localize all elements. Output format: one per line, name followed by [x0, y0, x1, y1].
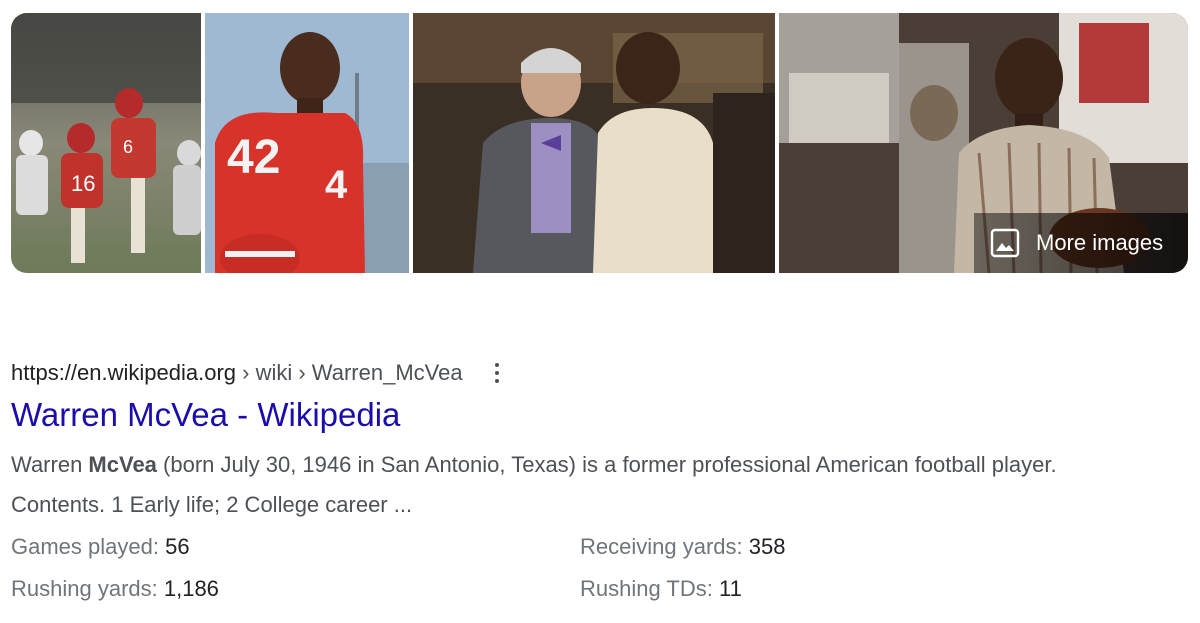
- more-images-button[interactable]: More images: [974, 213, 1188, 273]
- svg-text:4: 4: [325, 163, 348, 207]
- fact-games-played: Games played: 56: [11, 529, 580, 565]
- football-player-portrait-photo: 42 4: [205, 13, 409, 273]
- snippet-text-pre: Warren: [11, 452, 89, 477]
- fact-rushing-yards: Rushing yards: 1,186: [11, 571, 580, 607]
- more-images-label: More images: [1036, 230, 1164, 255]
- fact-value: 11: [718, 576, 742, 601]
- result-facts: Games played: 56 Receiving yards: 358 Ru…: [11, 529, 1191, 607]
- more-vert-icon[interactable]: [485, 355, 509, 391]
- fact-label: Receiving yards:: [580, 534, 749, 559]
- fact-value: 56: [165, 534, 190, 559]
- fact-label: Rushing TDs:: [580, 576, 719, 601]
- result-snippet: Warren McVea (born July 30, 1946 in San …: [11, 445, 1111, 525]
- image-carousel: 16 6 42 4 More images: [11, 13, 1188, 273]
- snippet-text-post: (born July 30, 1946 in San Antonio, Texa…: [11, 452, 1057, 517]
- fact-rushing-tds: Rushing TDs: 11: [580, 571, 1080, 607]
- result-url[interactable]: https://en.wikipedia.org › wiki › Warren…: [11, 360, 463, 386]
- fact-label: Games played:: [11, 534, 166, 559]
- kebab-dot: [494, 371, 499, 375]
- fact-value: 358: [748, 534, 786, 559]
- svg-text:6: 6: [123, 137, 133, 157]
- image-thumbnail-1[interactable]: 16 6: [11, 13, 201, 273]
- svg-text:42: 42: [227, 131, 280, 184]
- fact-value: 1,186: [163, 576, 219, 601]
- result-url-path: › wiki › Warren_McVea: [236, 360, 463, 385]
- kebab-dot: [494, 379, 499, 383]
- search-result: https://en.wikipedia.org › wiki › Warren…: [11, 355, 1191, 607]
- snippet-highlight: McVea: [88, 452, 157, 477]
- image-icon: [990, 228, 1020, 258]
- result-url-base: https://en.wikipedia.org: [11, 360, 237, 385]
- image-thumbnail-4[interactable]: More images: [779, 13, 1188, 273]
- kebab-dot: [494, 363, 499, 367]
- svg-text:16: 16: [71, 171, 95, 196]
- football-action-photo: 16 6: [11, 13, 201, 273]
- result-title-link[interactable]: Warren McVea - Wikipedia: [11, 395, 1191, 435]
- fact-receiving-yards: Receiving yards: 358: [580, 529, 1080, 565]
- image-thumbnail-3[interactable]: [413, 13, 775, 273]
- image-thumbnail-2[interactable]: 42 4: [205, 13, 409, 273]
- result-cite-row: https://en.wikipedia.org › wiki › Warren…: [11, 355, 1191, 391]
- two-men-event-photo: [413, 13, 775, 273]
- fact-label: Rushing yards:: [11, 576, 164, 601]
